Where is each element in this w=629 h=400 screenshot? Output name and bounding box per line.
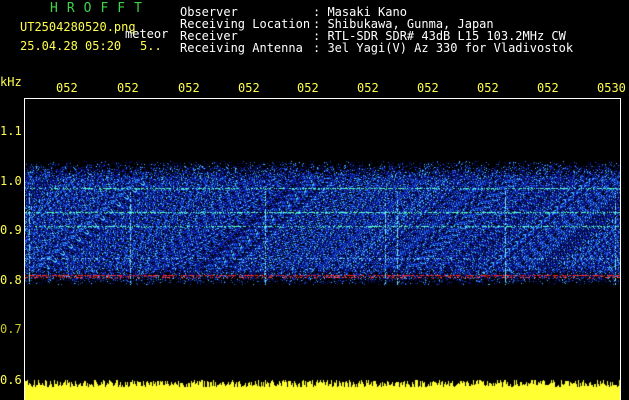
x-tick: 0530 xyxy=(597,81,626,95)
y-tick: 0.8 xyxy=(0,273,22,287)
x-tick: 052 xyxy=(357,81,379,95)
x-tick: 052 xyxy=(56,81,78,95)
hrofft-window: HROFFT UT2504280520.png meteor 25.04.28 … xyxy=(0,0,629,400)
y-tick: 1.1 xyxy=(0,124,22,138)
value-antenna: : 3el Yagi(V) Az 330 for Vladivostok xyxy=(313,41,574,55)
y-tick: 1.0 xyxy=(0,174,22,188)
date-time: 25.04.28 05:20 xyxy=(20,39,122,53)
y-tick: 0.7 xyxy=(0,322,22,336)
x-tick: 052 xyxy=(178,81,200,95)
spectrogram-canvas xyxy=(25,99,620,400)
y-tick: 0.6 xyxy=(0,373,22,387)
extra-info: 5.. xyxy=(140,39,162,53)
x-tick: 052 xyxy=(417,81,439,95)
y-tick: 0.9 xyxy=(0,223,22,237)
spectrogram-panel xyxy=(24,98,621,400)
file-name: UT2504280520.png xyxy=(20,20,136,34)
x-tick: 052 xyxy=(117,81,139,95)
x-tick: 052 xyxy=(477,81,499,95)
x-tick: 052 xyxy=(537,81,559,95)
label-antenna: Receiving Antenna xyxy=(180,41,303,55)
unit-label: kHz xyxy=(0,75,22,89)
x-tick: 052 xyxy=(297,81,319,95)
x-tick: 052 xyxy=(238,81,260,95)
app-title: HROFFT xyxy=(50,1,151,16)
